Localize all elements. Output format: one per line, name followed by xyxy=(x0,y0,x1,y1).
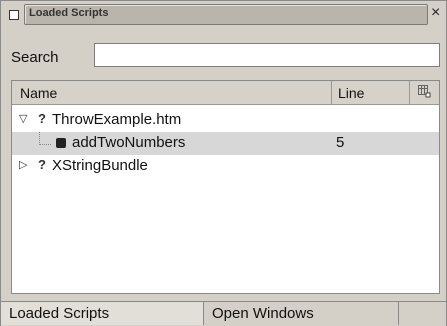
tree-row-addtwonumbers[interactable]: addTwoNumbers 5 xyxy=(12,132,439,155)
unknown-badge: ? xyxy=(38,157,46,172)
tab-open-windows[interactable]: Open Windows xyxy=(204,302,399,325)
column-divider[interactable] xyxy=(331,81,332,104)
triangle-down-icon[interactable]: ▽ xyxy=(19,112,27,125)
title-bar: Loaded Scripts × xyxy=(1,1,446,27)
tab-bar: Loaded Scripts Open Windows xyxy=(1,301,446,326)
tab-loaded-scripts[interactable]: Loaded Scripts xyxy=(1,302,204,325)
loaded-scripts-window: Loaded Scripts × Search Name Line ▽ ? Th… xyxy=(0,0,447,326)
triangle-right-icon[interactable]: ▷ xyxy=(19,158,27,171)
close-icon[interactable]: × xyxy=(431,5,440,21)
tree-row-throwexample[interactable]: ▽ ? ThrowExample.htm xyxy=(12,109,439,132)
unknown-badge: ? xyxy=(38,111,46,126)
scripts-tree: Name Line ▽ ? ThrowExample.htm addTwoNum… xyxy=(11,80,440,294)
tree-header: Name Line xyxy=(12,81,439,105)
column-header-name[interactable]: Name xyxy=(20,85,57,101)
tree-connector xyxy=(39,144,51,146)
window-title: Loaded Scripts xyxy=(29,7,109,19)
tree-row-label: addTwoNumbers xyxy=(72,134,186,151)
tree-row-xstringbundle[interactable]: ▷ ? XStringBundle xyxy=(12,155,439,178)
column-picker-icon[interactable] xyxy=(418,85,431,98)
search-input[interactable] xyxy=(94,43,440,67)
tree-row-label: ThrowExample.htm xyxy=(52,111,182,128)
search-label: Search xyxy=(11,49,59,66)
column-divider[interactable] xyxy=(409,81,410,104)
function-icon xyxy=(56,138,66,148)
tree-row-label: XStringBundle xyxy=(52,157,148,174)
tree-row-line: 5 xyxy=(336,134,345,151)
search-row: Search xyxy=(1,43,446,71)
column-header-line[interactable]: Line xyxy=(338,85,364,101)
square-outline-icon[interactable] xyxy=(9,10,19,20)
